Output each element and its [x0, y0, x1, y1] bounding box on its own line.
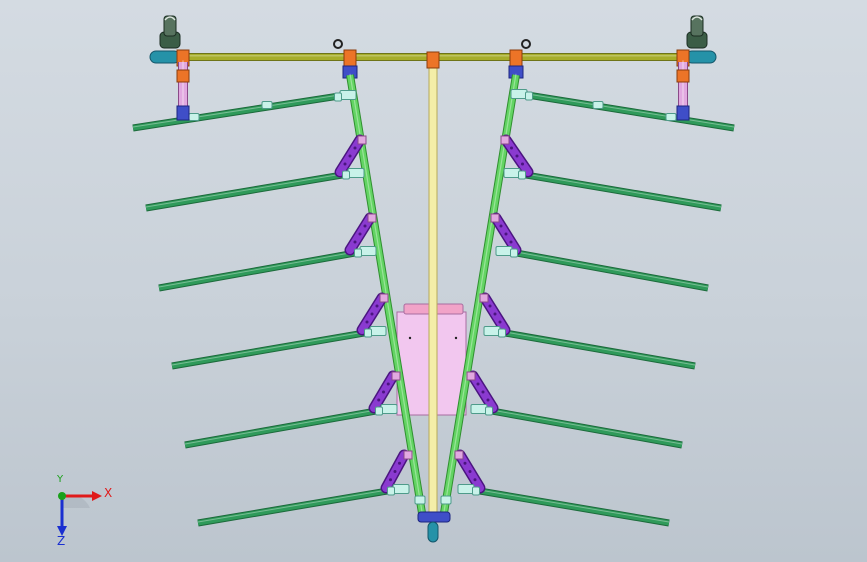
frame-clamp	[392, 484, 410, 494]
mounting-hook-assembly	[686, 15, 708, 49]
bottom-hub	[417, 511, 451, 523]
eyelet-ring	[333, 39, 343, 49]
link-block	[176, 69, 190, 83]
element-arm-left	[171, 326, 383, 370]
frame-clamp-small	[510, 248, 518, 258]
bottom-connector	[427, 521, 439, 543]
plate-hole	[454, 336, 458, 340]
mounting-hook-assembly	[159, 15, 181, 49]
frame-clamp	[510, 89, 528, 99]
frame-clamp-small	[364, 328, 372, 338]
frame-clamp-small	[354, 248, 362, 258]
frame-joint	[403, 450, 413, 460]
element-arm-right	[487, 326, 696, 370]
frame-joint	[391, 371, 401, 381]
arm-clamp	[188, 113, 200, 121]
arm-clamp	[261, 101, 273, 109]
y-axis-label: Y	[57, 474, 64, 485]
element-arm-left	[132, 90, 353, 132]
frame-clamp-small	[525, 91, 533, 101]
element-arm-left	[145, 168, 361, 212]
support-bracket	[479, 292, 511, 336]
frame-joint	[490, 213, 500, 223]
support-bracket	[490, 212, 522, 256]
orange-tee-block	[509, 49, 523, 67]
frame-clamp	[339, 90, 357, 100]
frame-clamp	[380, 404, 398, 414]
crossbar-left-cap	[149, 50, 181, 64]
frame-joint	[367, 213, 377, 223]
z-axis-label: Z	[57, 534, 66, 548]
orange-tee-block	[343, 49, 357, 67]
frame-clamp-small	[375, 406, 383, 416]
element-arm-left	[184, 404, 394, 449]
frame-clamp-small	[498, 328, 506, 338]
support-bracket	[467, 370, 499, 414]
frame-joint	[500, 135, 510, 145]
orange-tee-block	[426, 51, 440, 69]
y-axis-dot	[58, 492, 66, 500]
support-bracket	[368, 370, 399, 414]
support-bracket	[454, 449, 486, 494]
frame-joint	[379, 293, 389, 303]
arm-clamp	[665, 113, 677, 121]
element-arm-right	[499, 246, 709, 292]
frame-clamp-small	[334, 92, 342, 102]
cad-viewport[interactable]: X Y Z	[0, 0, 867, 562]
element-arm-right	[507, 168, 722, 212]
frame-joint	[357, 135, 367, 145]
bottom-clamp	[414, 495, 426, 505]
frame-clamp	[359, 246, 377, 256]
frame-joint	[454, 450, 464, 460]
frame-clamp-small	[387, 486, 395, 496]
central-mast	[428, 61, 438, 515]
frame-clamp	[369, 326, 387, 336]
frame-clamp	[483, 326, 501, 336]
crossbar-right-cap	[685, 50, 717, 64]
element-arm-right	[474, 404, 683, 449]
coordinate-triad: X Y Z	[40, 474, 120, 548]
antenna-assembly-model[interactable]	[0, 0, 867, 562]
element-arm-right	[514, 89, 735, 132]
frame-clamp-small	[485, 406, 493, 416]
arm-clamp	[592, 101, 604, 109]
frame-clamp-small	[472, 486, 480, 496]
element-arm-left	[197, 484, 406, 527]
x-axis-arrowhead	[92, 491, 102, 501]
frame-clamp-small	[518, 170, 526, 180]
plate-hole	[408, 336, 412, 340]
frame-clamp	[495, 246, 513, 256]
x-axis-label: X	[104, 486, 113, 500]
element-arm-left	[158, 246, 373, 292]
link-block	[676, 69, 690, 83]
frame-clamp	[457, 484, 475, 494]
support-bracket	[334, 134, 366, 178]
frame-joint	[479, 293, 489, 303]
frame-clamp-small	[342, 170, 350, 180]
frame-clamp	[503, 168, 521, 178]
frame-joint	[466, 371, 476, 381]
frame-clamp	[347, 168, 365, 178]
support-bracket	[344, 212, 376, 256]
support-bracket	[356, 292, 388, 336]
link-foot	[676, 105, 690, 121]
eyelet-ring	[521, 39, 531, 49]
frame-clamp	[470, 404, 488, 414]
element-arm-right	[461, 484, 670, 527]
link-foot	[176, 105, 190, 121]
support-bracket	[500, 134, 534, 178]
bottom-clamp	[440, 495, 452, 505]
support-bracket	[380, 449, 410, 494]
